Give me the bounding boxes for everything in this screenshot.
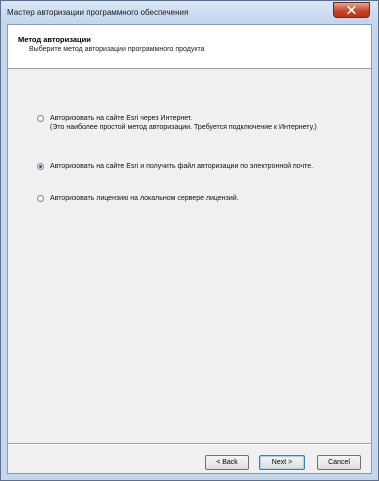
button-divider	[8, 443, 371, 445]
option-license-server-radio[interactable]	[37, 195, 44, 202]
wizard-body: Метод авторизации Выберите метод авториз…	[7, 24, 372, 474]
option-email[interactable]: Авторизовать на сайте Esri и получить фа…	[37, 162, 313, 171]
close-icon	[347, 6, 356, 14]
option-internet[interactable]: Авторизовать на сайте Esri через Интерне…	[37, 114, 317, 132]
wizard-window: Мастер авторизации программного обеспече…	[0, 0, 379, 481]
option-email-radio[interactable]	[37, 163, 44, 170]
option-internet-radio[interactable]	[37, 115, 44, 122]
page-title: Метод авторизации	[18, 35, 91, 44]
option-license-server-label: Авторизовать лицензию на локальном серве…	[50, 195, 239, 202]
title-bar[interactable]: Мастер авторизации программного обеспече…	[1, 1, 378, 23]
wizard-header: Метод авторизации Выберите метод авториз…	[8, 25, 371, 69]
next-button[interactable]: Next >	[259, 455, 305, 470]
cancel-button[interactable]: Cancel	[317, 455, 361, 470]
option-license-server[interactable]: Авторизовать лицензию на локальном серве…	[37, 194, 239, 203]
page-subtitle: Выберите метод авторизации программного …	[29, 46, 205, 53]
option-internet-label: Авторизовать на сайте Esri через Интерне…	[50, 115, 317, 131]
option-email-label: Авторизовать на сайте Esri и получить фа…	[50, 163, 314, 170]
back-button[interactable]: < Back	[205, 455, 249, 470]
window-title: Мастер авторизации программного обеспече…	[7, 8, 189, 17]
close-button[interactable]	[333, 2, 370, 18]
